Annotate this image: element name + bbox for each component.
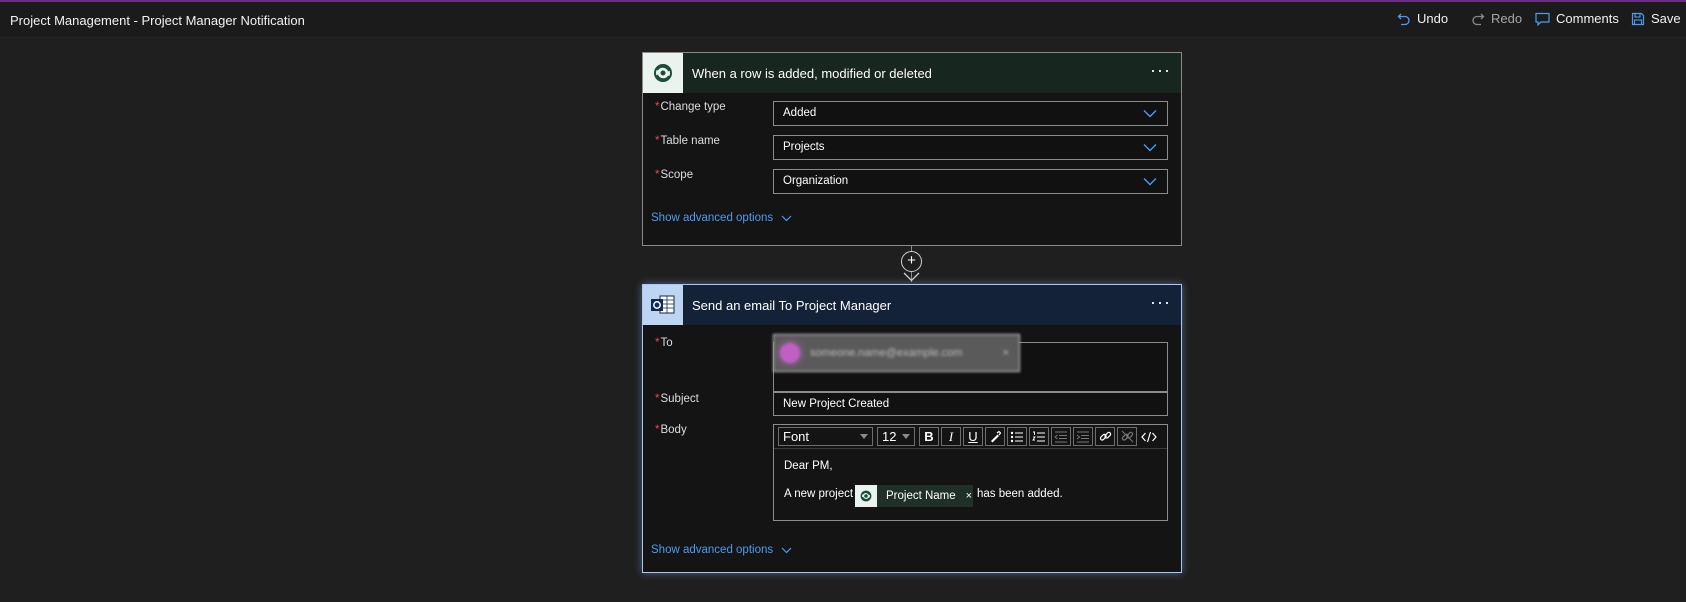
avatar	[780, 343, 800, 363]
table-name-dropdown[interactable]: Projects	[773, 135, 1168, 160]
arrow-down-icon	[903, 272, 920, 282]
font-size-select[interactable]: 12	[877, 427, 915, 446]
link-icon	[1099, 431, 1111, 441]
remove-token-icon[interactable]: ×	[966, 490, 972, 502]
unlink-icon	[1121, 430, 1133, 443]
undo-icon	[1397, 13, 1410, 25]
remove-recipient-icon[interactable]: ×	[1003, 347, 1009, 359]
trigger-card[interactable]: When a row is added, modified or deleted…	[642, 52, 1182, 246]
trigger-advanced-options-link[interactable]: Show advanced options	[651, 212, 792, 224]
chevron-down-icon	[1143, 110, 1157, 118]
dynamic-content-token[interactable]: Project Name ×	[855, 485, 973, 507]
outlook-icon	[643, 285, 683, 325]
trigger-card-header[interactable]: When a row is added, modified or deleted…	[643, 53, 1181, 93]
decrease-indent-button[interactable]	[1051, 427, 1071, 446]
save-button[interactable]: Save	[1631, 11, 1681, 26]
numbered-list-button[interactable]	[1029, 427, 1049, 446]
save-label: Save	[1651, 11, 1681, 26]
table-name-label: *Table name	[655, 135, 720, 147]
comments-button[interactable]: Comments	[1535, 11, 1619, 26]
flow-title: Project Management - Project Manager Not…	[10, 13, 305, 28]
code-view-button[interactable]	[1139, 427, 1159, 446]
send-email-card[interactable]: Send an email To Project Manager ··· *To…	[642, 284, 1182, 573]
email-advanced-options-link[interactable]: Show advanced options	[651, 544, 792, 556]
chevron-down-icon	[781, 215, 792, 221]
subject-input[interactable]: New Project Created	[773, 392, 1168, 416]
comment-icon	[1535, 12, 1550, 26]
redo-button[interactable]: Redo	[1471, 11, 1522, 26]
undo-button[interactable]: Undo	[1397, 11, 1448, 26]
body-line-after-chip: has been added.	[977, 488, 1063, 500]
code-icon	[1141, 431, 1157, 442]
body-line-greeting: Dear PM,	[784, 460, 833, 472]
font-family-select[interactable]: Font	[778, 427, 873, 446]
send-email-more-button[interactable]: ···	[1150, 293, 1171, 311]
redo-label: Redo	[1491, 11, 1523, 26]
recipient-token[interactable]: someone.name@example.com ×	[773, 334, 1020, 372]
to-label: *To	[655, 337, 673, 349]
change-type-value: Added	[783, 107, 817, 119]
scope-dropdown[interactable]: Organization	[773, 169, 1168, 194]
undo-label: Undo	[1417, 11, 1449, 26]
send-email-card-header[interactable]: Send an email To Project Manager ···	[643, 285, 1181, 325]
indent-icon	[1076, 430, 1089, 443]
trigger-more-button[interactable]: ···	[1150, 61, 1171, 79]
body-editor[interactable]: Font 12 B I U Dear PM, A new project Pro…	[773, 424, 1168, 521]
dataverse-icon	[643, 53, 683, 93]
body-label: *Body	[655, 424, 687, 436]
insert-step-button[interactable]: +	[901, 251, 922, 272]
body-line-before-chip: A new project	[784, 488, 854, 500]
chevron-down-icon	[1143, 144, 1157, 152]
remove-link-button[interactable]	[1117, 427, 1137, 446]
bullet-list-icon	[1010, 431, 1023, 442]
chevron-down-icon	[781, 547, 792, 553]
redo-icon	[1472, 13, 1485, 25]
trigger-title: When a row is added, modified or deleted	[692, 65, 932, 81]
change-type-label: *Change type	[655, 101, 726, 113]
marker-icon	[991, 430, 1001, 442]
rich-text-toolbar: Font 12 B I U	[774, 425, 1167, 449]
highlight-button[interactable]	[985, 427, 1005, 446]
dynamic-content-label: Project Name	[886, 490, 956, 502]
save-icon	[1631, 12, 1645, 25]
scope-label: *Scope	[655, 169, 694, 181]
bold-button[interactable]: B	[919, 427, 939, 446]
send-email-title: Send an email To Project Manager	[692, 297, 892, 313]
insert-link-button[interactable]	[1095, 427, 1115, 446]
italic-button[interactable]: I	[941, 427, 961, 446]
table-name-value: Projects	[783, 141, 825, 153]
chevron-down-icon	[1143, 178, 1157, 186]
top-command-bar: Project Management - Project Manager Not…	[0, 2, 1686, 38]
outdent-icon	[1054, 430, 1067, 443]
underline-button[interactable]: U	[963, 427, 983, 446]
comments-label: Comments	[1556, 11, 1619, 26]
recipient-email: someone.name@example.com	[810, 347, 963, 359]
numbered-list-icon	[1032, 431, 1045, 442]
dataverse-icon	[855, 485, 877, 507]
scope-value: Organization	[783, 175, 849, 187]
to-row: *To someone.name@example.com ×	[643, 332, 1181, 394]
subject-label: *Subject	[655, 393, 699, 405]
bulleted-list-button[interactable]	[1007, 427, 1027, 446]
change-type-dropdown[interactable]: Added	[773, 101, 1168, 126]
increase-indent-button[interactable]	[1073, 427, 1093, 446]
subject-value: New Project Created	[783, 398, 890, 410]
